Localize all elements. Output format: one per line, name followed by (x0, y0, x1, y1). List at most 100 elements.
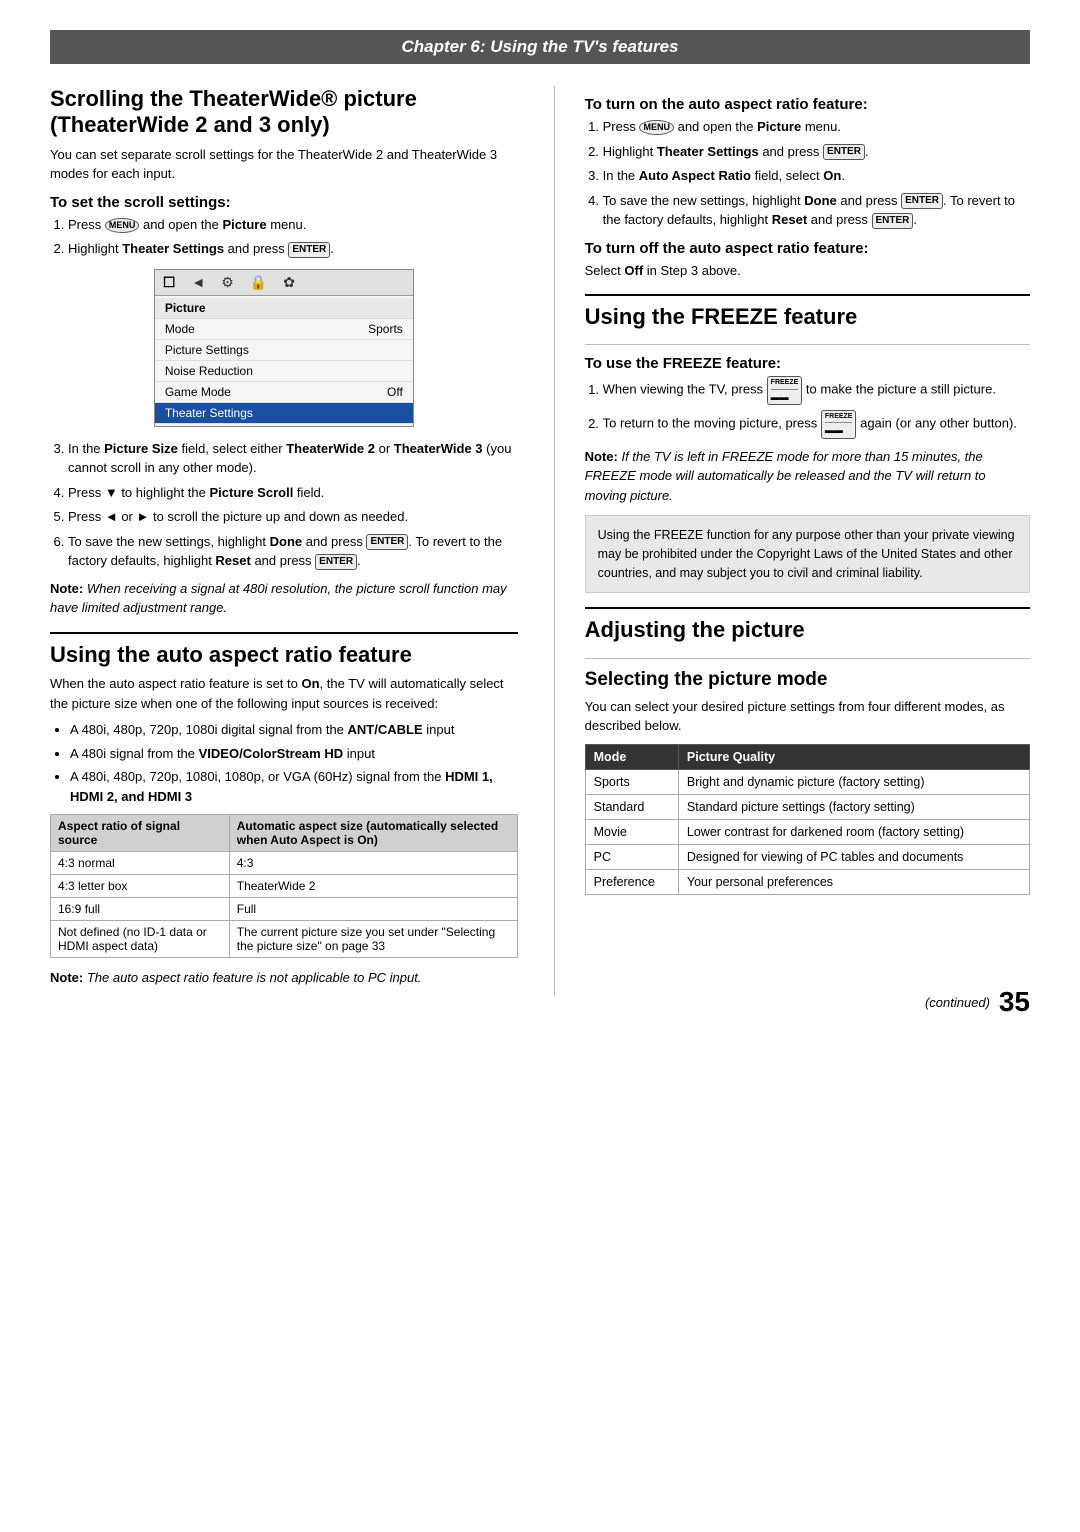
menu-button: MENU (105, 218, 140, 234)
aspect-row-2: 4:3 letter box TheaterWide 2 (51, 875, 518, 898)
mode-pc: PC (585, 844, 678, 869)
menu-icon-picture: ☐ (163, 274, 176, 291)
menu-row-theater-settings: Theater Settings (155, 403, 413, 424)
aspect-size-3: Full (229, 898, 517, 921)
scroll-step-1: Press MENU and open the Picture menu. (68, 215, 518, 235)
two-column-layout: Scrolling the TheaterWide® picture (Thea… (50, 86, 1030, 996)
chapter-header: Chapter 6: Using the TV's features (50, 30, 1030, 64)
mode-row-movie: Movie Lower contrast for darkened room (… (585, 819, 1029, 844)
menu-button-2: MENU (639, 120, 674, 136)
scroll-step-2: Highlight Theater Settings and press ENT… (68, 239, 518, 259)
enter-button-5: ENTER (901, 193, 943, 209)
quality-pc: Designed for viewing of PC tables and do… (678, 844, 1029, 869)
bullet-ant: A 480i, 480p, 720p, 1080i digital signal… (70, 720, 518, 740)
bullet-hdmi: A 480i, 480p, 720p, 1080i, 1080p, or VGA… (70, 767, 518, 806)
chapter-title: Chapter 6: Using the TV's features (401, 37, 678, 56)
menu-icon-setup: ⚙ (221, 274, 234, 291)
aspect-size-2: TheaterWide 2 (229, 875, 517, 898)
mode-row-preference: Preference Your personal preferences (585, 869, 1029, 894)
freeze-note: Note: If the TV is left in FREEZE mode f… (585, 447, 1030, 506)
aspect-table-header-size: Automatic aspect size (automatically sel… (229, 815, 517, 852)
turn-on-step-1: Press MENU and open the Picture menu. (603, 117, 1030, 137)
section-turn-off-auto: To turn off the auto aspect ratio featur… (585, 240, 1030, 281)
step1-open: and open the Picture menu. (143, 217, 306, 232)
section1-intro: You can set separate scroll settings for… (50, 145, 518, 184)
mode-col-header: Mode (585, 744, 678, 769)
enter-button-3: ENTER (315, 554, 357, 570)
scroll-steps-list-continued: In the Picture Size field, select either… (68, 439, 518, 571)
picture-mode-intro: You can select your desired picture sett… (585, 697, 1030, 736)
aspect-note: Note: The auto aspect ratio feature is n… (50, 968, 518, 988)
menu-mockup: ☐ ◄ ⚙ 🔒 ✿ Picture Mode Sports (154, 269, 414, 427)
section1-title: Scrolling the TheaterWide® picture (Thea… (50, 86, 518, 139)
aspect-bullets: A 480i, 480p, 720p, 1080i digital signal… (70, 720, 518, 806)
scroll-steps-list: Press MENU and open the Picture menu. Hi… (68, 215, 518, 259)
section-freeze: Using the FREEZE feature To use the FREE… (585, 304, 1030, 593)
freeze-title: Using the FREEZE feature (585, 304, 1030, 330)
mode-standard: Standard (585, 794, 678, 819)
freeze-copyright-box: Using the FREEZE function for any purpos… (585, 515, 1030, 593)
bullet-video: A 480i signal from the VIDEO/ColorStream… (70, 744, 518, 764)
step1-press: Press (68, 217, 105, 232)
enter-button-4: ENTER (823, 144, 865, 160)
scroll-step-3: In the Picture Size field, select either… (68, 439, 518, 478)
menu-icon-lock: 🔒 (250, 274, 267, 291)
aspect-source-4: Not defined (no ID-1 data or HDMI aspect… (51, 921, 230, 958)
page: Chapter 6: Using the TV's features Scrol… (0, 0, 1080, 1036)
menu-icon-audio: ◄ (191, 274, 205, 290)
quality-preference: Your personal preferences (678, 869, 1029, 894)
section-divider-2 (585, 294, 1030, 296)
section2-title: Using the auto aspect ratio feature (50, 642, 518, 668)
menu-row-picture: Picture (155, 298, 413, 319)
quality-sports: Bright and dynamic picture (factory sett… (678, 769, 1029, 794)
freeze-step-1: When viewing the TV, press FREEZE▬▬ to m… (603, 376, 1030, 405)
turn-off-title: To turn off the auto aspect ratio featur… (585, 240, 1030, 257)
freeze-step-2: To return to the moving picture, press F… (603, 410, 1030, 439)
turn-on-step-2: Highlight Theater Settings and press ENT… (603, 142, 1030, 162)
section-turn-on-auto: To turn on the auto aspect ratio feature… (585, 96, 1030, 230)
adjusting-hr (585, 658, 1030, 659)
aspect-size-4: The current picture size you set under "… (229, 921, 517, 958)
scroll-settings-heading: To set the scroll settings: (50, 194, 518, 211)
menu-rows: Picture Mode Sports Picture Settings Noi… (155, 296, 413, 426)
scroll-step-5: Press ◄ or ► to scroll the picture up an… (68, 507, 518, 527)
scroll-note: Note: When receiving a signal at 480i re… (50, 579, 518, 618)
mode-preference: Preference (585, 869, 678, 894)
mode-row-standard: Standard Standard picture settings (fact… (585, 794, 1029, 819)
right-column: To turn on the auto aspect ratio feature… (554, 86, 1030, 996)
menu-row-noise-reduction: Noise Reduction (155, 361, 413, 382)
section-adjusting: Adjusting the picture Selecting the pict… (585, 617, 1030, 894)
scroll-step-4: Press ▼ to highlight the Picture Scroll … (68, 483, 518, 503)
aspect-table-header-source: Aspect ratio of signal source (51, 815, 230, 852)
aspect-size-1: 4:3 (229, 852, 517, 875)
continued-label: (continued) (925, 995, 990, 1010)
adjusting-title: Adjusting the picture (585, 617, 1030, 643)
mode-row-pc: PC Designed for viewing of PC tables and… (585, 844, 1029, 869)
freeze-hr (585, 344, 1030, 345)
mode-row-sports: Sports Bright and dynamic picture (facto… (585, 769, 1029, 794)
quality-standard: Standard picture settings (factory setti… (678, 794, 1029, 819)
scroll-step-6: To save the new settings, highlight Done… (68, 532, 518, 571)
section-auto-aspect: Using the auto aspect ratio feature When… (50, 642, 518, 988)
section2-intro: When the auto aspect ratio feature is se… (50, 674, 518, 713)
aspect-row-3: 16:9 full Full (51, 898, 518, 921)
left-column: Scrolling the TheaterWide® picture (Thea… (50, 86, 518, 996)
quality-col-header: Picture Quality (678, 744, 1029, 769)
aspect-ratio-table: Aspect ratio of signal source Automatic … (50, 814, 518, 958)
section-divider-3 (585, 607, 1030, 609)
freeze-button-1: FREEZE▬▬ (767, 376, 803, 405)
turn-on-step-4: To save the new settings, highlight Done… (603, 191, 1030, 230)
enter-button-2: ENTER (366, 534, 408, 550)
turn-on-step-3: In the Auto Aspect Ratio field, select O… (603, 166, 1030, 186)
quality-movie: Lower contrast for darkened room (factor… (678, 819, 1029, 844)
page-number: 35 (999, 986, 1030, 1018)
picture-mode-subtitle: Selecting the picture mode (585, 669, 1030, 691)
freeze-button-2: FREEZE▬▬ (821, 410, 857, 439)
section-scrolling-theaterwide: Scrolling the TheaterWide® picture (Thea… (50, 86, 518, 618)
turn-on-steps: Press MENU and open the Picture menu. Hi… (603, 117, 1030, 230)
freeze-steps: When viewing the TV, press FREEZE▬▬ to m… (603, 376, 1030, 438)
menu-row-picture-settings: Picture Settings (155, 340, 413, 361)
mode-movie: Movie (585, 819, 678, 844)
section-divider-1 (50, 632, 518, 634)
aspect-source-3: 16:9 full (51, 898, 230, 921)
